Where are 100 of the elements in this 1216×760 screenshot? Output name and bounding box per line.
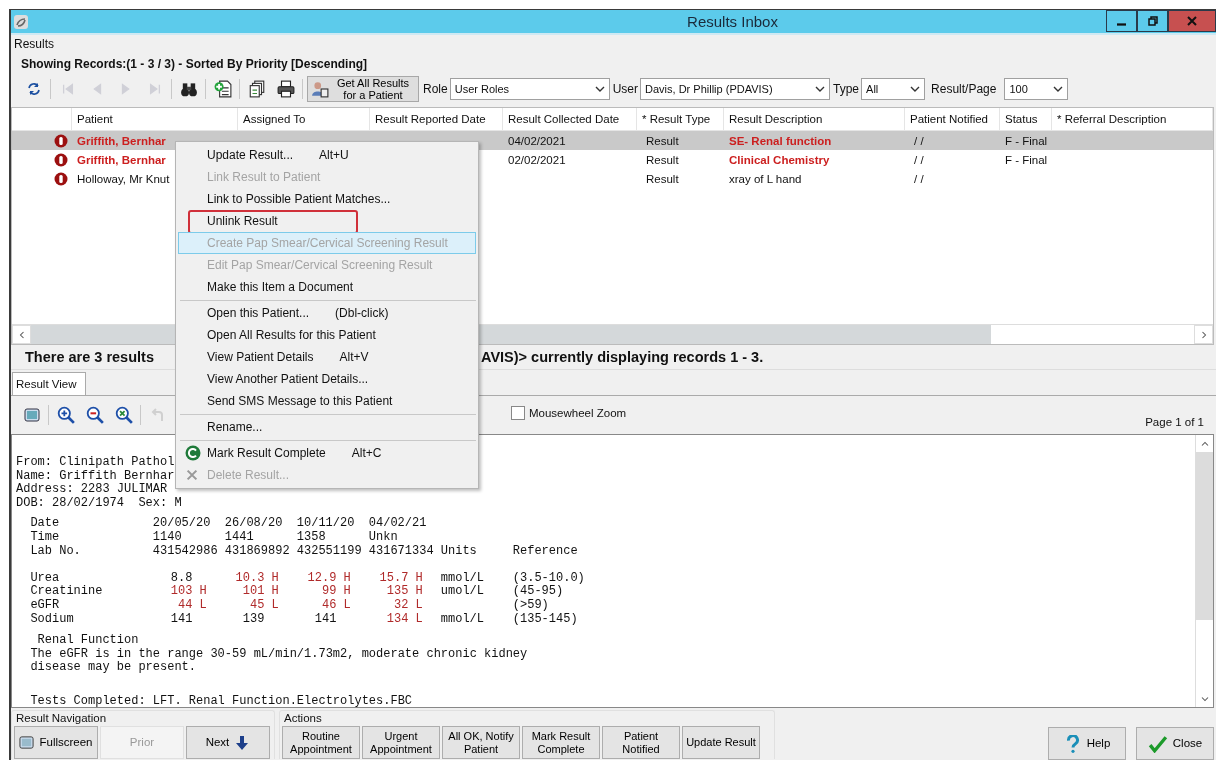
status-text: AVIS)> currently displaying records 1 - 3. [481,349,764,365]
lab-value: 12.9 H [307,570,351,585]
screen-icon [23,407,40,423]
alert-icon [54,152,68,167]
lab-label: Time [29,530,61,545]
column-header[interactable]: Patient [72,108,238,130]
table-cell: SE- Renal function [729,134,832,147]
lab-value: 32 L [394,597,423,612]
lab-units: mmol/L [440,570,485,585]
result-view-tab[interactable]: Result View [12,372,86,395]
column-header[interactable]: * Referral Description [1052,108,1213,130]
zoom-in-icon [56,406,75,424]
menu-item[interactable]: Update Result... Alt+U [178,144,476,166]
fullscreen-button[interactable]: Fullscreen [14,726,98,759]
help-button[interactable]: Help [1048,727,1126,760]
menu-item[interactable]: Make this Item a Document [178,276,476,298]
filter-label: User [612,82,639,96]
lab-label: Urea [29,571,61,585]
menu-item[interactable]: View Another Patient Details... [178,368,476,390]
close-dialog-button[interactable]: Close [1136,727,1214,760]
chevron-up-icon[interactable] [1200,440,1209,447]
lab-reference: Reference [512,544,578,559]
lab-value: 15.7 H [379,570,423,585]
table-cell: 04/02/2021 [508,134,566,147]
menu-item[interactable]: Link to Possible Patient Matches... [178,188,476,210]
table-cell: F - Final [1005,134,1048,147]
menu-item[interactable]: Send SMS Message to this Patient [178,390,476,412]
lab-reference: (3.5-10.0) [512,571,585,585]
table-cell[interactable]: Holloway, Mr Knut [77,172,170,185]
column-header[interactable]: Status [1000,108,1052,130]
lab-value: 45 L [250,597,279,612]
group-title: Actions [283,711,323,726]
lab-value: 141 [170,611,193,626]
dropdown-field[interactable]: User Roles [449,78,610,100]
column-header[interactable]: Patient Notified [905,108,1000,130]
table-cell: / / [914,153,924,166]
filter-label: Role [423,82,448,96]
lab-label: Creatinine [29,585,104,599]
screen-icon [19,735,35,750]
chevron-down-icon[interactable] [1200,695,1209,702]
action-button[interactable]: Urgent Appointment [362,726,440,759]
alert-icon [54,133,68,148]
table-cell: xray of L hand [729,172,802,185]
dropdown-field[interactable]: All [861,78,926,100]
menu-item[interactable]: Mark Result Complete Alt+C [178,442,476,464]
lab-units: mmol/L [440,611,485,626]
filter-label: Result/Page [931,82,997,96]
document-line: DOB: 28/02/1974 Sex: M [16,496,182,511]
comment-text: The eGFR is in the range 30-59 mL/min/1.73m2, moderate chronic kidney disease may be present. [29,647,529,675]
document-line: Address: 2283 JULIMAR [16,483,168,497]
column-header[interactable]: * Result Type [637,108,724,130]
lab-label: eGFR [29,598,61,613]
lab-value: 1358 [296,530,327,545]
arrow-down-icon [234,734,251,751]
table-cell[interactable]: Griffith, Bernhar [77,153,166,166]
table-cell: F - Final [1005,153,1048,166]
minimize-button[interactable] [1106,10,1137,32]
lab-value: 46 L [322,597,351,612]
document-line: From: Clinipath Pathol [16,456,175,470]
skip-icon [147,82,162,96]
dropdown-field[interactable]: 100 [1004,78,1069,100]
lab-label: Lab No. [29,544,82,559]
lab-value: 139 [242,611,265,626]
action-button[interactable]: Update Result [682,726,760,759]
undo-icon [149,407,166,423]
minimize-icon [1117,23,1126,26]
chevron-right-icon[interactable] [1200,330,1207,339]
get-all-results-button[interactable]: Get All Results for a Patient [307,76,419,102]
column-header[interactable]: Result Collected Date [503,108,637,130]
close-button[interactable] [1168,10,1216,32]
restore-button[interactable] [1137,10,1168,32]
checkbox-label: Mousewheel Zoom [529,407,627,419]
action-button[interactable]: Routine Appointment [282,726,360,759]
lab-reference: (135-145) [512,612,578,627]
dropdown-field[interactable]: Davis, Dr Phillip (PDAVIS) [640,78,831,100]
lab-value: 141 [314,611,337,626]
column-header[interactable]: Assigned To [238,108,370,130]
action-button[interactable]: Mark Result Complete [522,726,600,759]
column-header[interactable]: Result Description [724,108,905,130]
chevron-down-icon [594,84,605,94]
comment-title: Renal Function [36,634,139,648]
next-button[interactable]: Next [186,726,270,759]
add-document-icon [213,80,232,98]
table-cell: Result [646,172,679,185]
status-text: There are 3 results [25,349,154,365]
vertical-scrollbar[interactable] [1195,435,1213,707]
restore-icon [1146,15,1159,27]
printer-icon [276,80,295,98]
tests-completed-line: Tests Completed: LFT. Renal Function.Electrolytes.FBC [29,694,414,707]
checkbox[interactable] [511,406,525,420]
column-header[interactable]: Result Reported Date [370,108,503,130]
chevron-down-icon [815,84,826,94]
magnifier-icon [114,406,133,424]
menu-item[interactable]: Rename... [178,416,476,438]
menu-item[interactable]: View Patient Details Alt+V [178,346,476,368]
chevron-left-icon[interactable] [18,330,25,339]
lab-value: 44 L [178,597,207,612]
action-button[interactable]: All OK, Notify Patient [442,726,520,759]
action-button[interactable]: Patient Notified [602,726,680,759]
menu-item[interactable]: Open this Patient... (Dbl-click) [178,302,476,324]
